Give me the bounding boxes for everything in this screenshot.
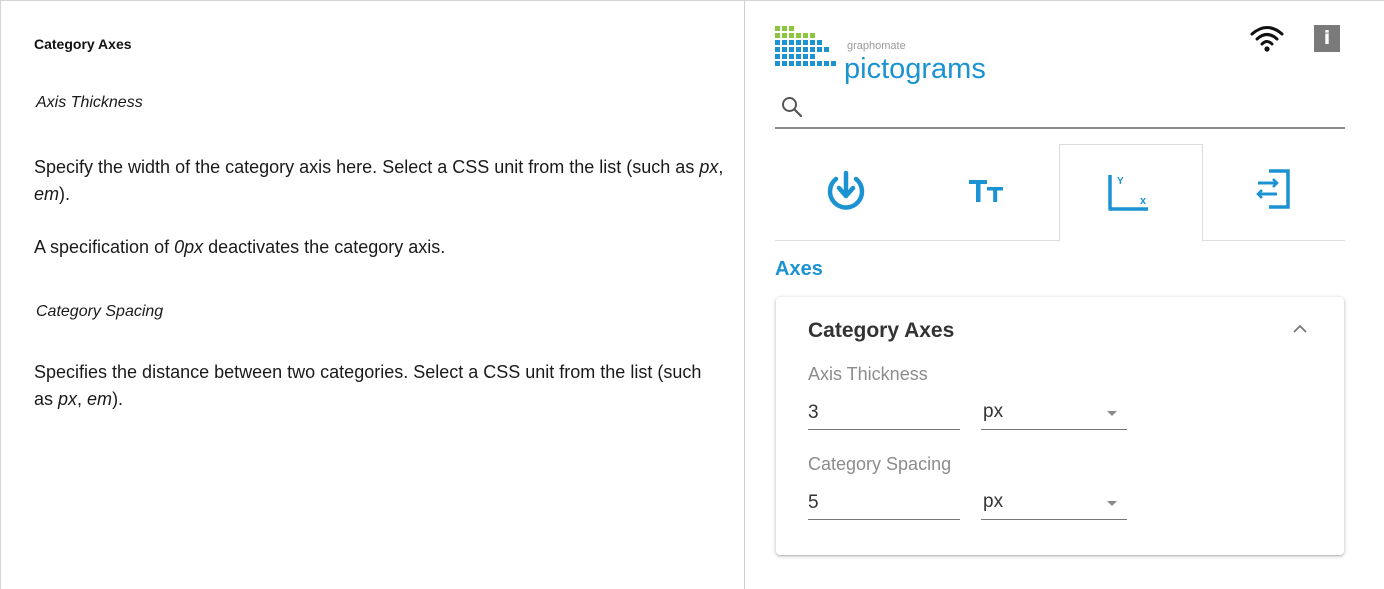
tab-layout[interactable] xyxy=(1203,144,1345,240)
doc-unit-em: em xyxy=(87,389,113,409)
doc-text: A specification of xyxy=(34,237,175,257)
category-spacing-label: Category Spacing xyxy=(808,454,952,474)
brand-graphomate: graphomate xyxy=(847,40,906,52)
doc-paragraph-deactivate: A specification of 0px deactivates the c… xyxy=(34,234,724,261)
doc-heading-category-spacing: Category Spacing xyxy=(36,303,164,320)
axis-thickness-unit-select[interactable]: px xyxy=(981,396,1127,430)
doc-heading-axis-thickness: Axis Thickness xyxy=(36,94,143,111)
brand-pictograms: pictograms xyxy=(844,53,986,85)
logo-pictogram-grid-icon xyxy=(775,26,836,66)
tab-text[interactable] xyxy=(917,144,1059,240)
search-input[interactable] xyxy=(809,94,1333,124)
svg-text:x: x xyxy=(1140,195,1147,207)
frame-left-border xyxy=(0,0,1,589)
doc-value-0px: 0px xyxy=(174,237,204,257)
doc-paragraph-category-spacing: Specifies the distance between two categ… xyxy=(34,359,724,413)
axes-icon: Y x xyxy=(1108,175,1148,211)
category-spacing-field[interactable] xyxy=(808,486,960,520)
data-import-icon xyxy=(827,170,865,210)
tab-data-import[interactable] xyxy=(775,144,917,240)
category-spacing-input[interactable] xyxy=(808,488,948,518)
settings-tabbar: Y x xyxy=(775,144,1345,242)
search-bar[interactable] xyxy=(775,90,1345,129)
doc-title: Category Axes xyxy=(34,36,132,52)
axis-thickness-label: Axis Thickness xyxy=(808,364,928,384)
doc-text: , xyxy=(718,157,724,177)
doc-text: Specifies the distance between two categ… xyxy=(34,362,702,409)
axis-thickness-input[interactable] xyxy=(808,398,948,428)
doc-unit-em: em xyxy=(34,184,60,204)
doc-text: deactivates the category axis. xyxy=(203,237,446,257)
doc-text: , xyxy=(77,389,88,409)
search-icon xyxy=(782,97,803,118)
doc-paragraph-axis-thickness: Specify the width of the category axis h… xyxy=(34,154,724,208)
info-button[interactable]: i xyxy=(1314,25,1340,52)
card-title: Category Axes xyxy=(808,319,955,342)
category-axes-card: Category Axes Axis Thickness px Category… xyxy=(776,297,1344,555)
axis-thickness-unit-value: px xyxy=(983,401,1004,422)
chevron-up-icon[interactable] xyxy=(1292,323,1308,335)
doc-text: ). xyxy=(112,389,124,409)
text-size-icon xyxy=(969,180,1003,202)
wifi-icon xyxy=(1250,26,1284,52)
svg-text:Y: Y xyxy=(1117,176,1124,187)
pictograms-panel: graphomate pictograms i Y x Axes Categor… xyxy=(745,0,1384,589)
doc-unit-px: px xyxy=(699,157,719,177)
brand-logo: graphomate pictograms xyxy=(775,26,1035,90)
section-title-axes: Axes xyxy=(775,258,823,280)
doc-unit-px: px xyxy=(58,389,78,409)
axis-thickness-field[interactable] xyxy=(808,396,960,430)
dropdown-caret-icon xyxy=(1107,411,1117,416)
category-spacing-unit-select[interactable]: px xyxy=(981,486,1127,520)
category-spacing-unit-value: px xyxy=(983,491,1004,512)
doc-text: Specify the width of the category axis h… xyxy=(34,157,700,177)
layout-icon xyxy=(1256,169,1290,209)
tab-axes[interactable]: Y x xyxy=(1059,144,1203,242)
dropdown-caret-icon xyxy=(1107,501,1117,506)
doc-text: ). xyxy=(59,184,71,204)
